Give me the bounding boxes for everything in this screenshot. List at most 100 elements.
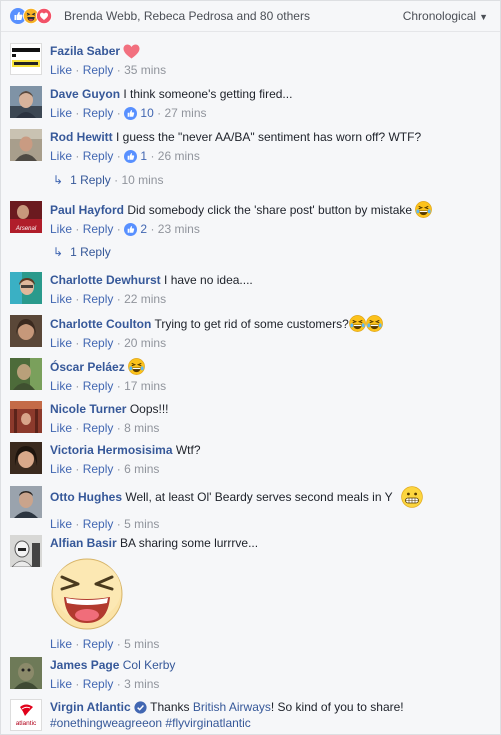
reply-link[interactable]: Reply: [83, 292, 114, 306]
reaction-icons[interactable]: [10, 8, 64, 24]
hashtag-links[interactable]: #onethingweagreeon #flyvirginatlantic: [50, 716, 251, 730]
timestamp[interactable]: 6 mins: [124, 462, 159, 476]
reply-link[interactable]: Reply: [83, 517, 114, 531]
like-link[interactable]: Like: [50, 222, 72, 236]
comment-author[interactable]: Paul Hayford: [50, 203, 124, 217]
avatar[interactable]: [10, 315, 42, 347]
like-link[interactable]: Like: [50, 677, 72, 691]
timestamp[interactable]: 22 mins: [124, 292, 166, 306]
reactions-bar: Brenda Webb, Rebeca Pedrosa and 80 other…: [1, 1, 500, 32]
verified-badge-icon: [134, 701, 147, 714]
timestamp[interactable]: 5 mins: [124, 637, 159, 651]
like-link[interactable]: Like: [50, 379, 72, 393]
like-link[interactable]: Like: [50, 63, 72, 77]
avatar[interactable]: [10, 272, 42, 304]
reply-link[interactable]: Reply: [83, 63, 114, 77]
like-link[interactable]: Like: [50, 336, 72, 350]
like-link[interactable]: Like: [50, 421, 72, 435]
comment-text: Oops!!!: [129, 402, 169, 416]
laughing-emoji-icon: [348, 315, 366, 332]
replies-count: 1 Reply: [70, 245, 111, 259]
reply-link[interactable]: Reply: [83, 336, 114, 350]
comment-author[interactable]: Fazila Saber: [50, 44, 120, 58]
sort-dropdown[interactable]: Chronological ▼: [403, 9, 488, 23]
comment-text: I have no idea....: [164, 273, 253, 287]
like-link[interactable]: Like: [50, 462, 72, 476]
timestamp[interactable]: 35 mins: [124, 63, 166, 77]
reply-link[interactable]: Reply: [83, 462, 114, 476]
like-link[interactable]: Like: [50, 149, 72, 163]
comment-text: I think someone's getting fired...: [123, 87, 293, 101]
reply-link[interactable]: Reply: [83, 379, 114, 393]
avatar[interactable]: [10, 486, 42, 518]
like-link[interactable]: Like: [50, 517, 72, 531]
comment-author[interactable]: Charlotte Coulton: [50, 317, 151, 331]
avatar[interactable]: [10, 442, 42, 474]
likers-summary[interactable]: Brenda Webb, Rebeca Pedrosa and 80 other…: [64, 9, 310, 23]
timestamp[interactable]: 27 mins: [164, 106, 206, 120]
laughing-emoji-icon: [128, 358, 145, 375]
comments-panel: Brenda Webb, Rebeca Pedrosa and 80 other…: [0, 0, 501, 735]
comment-author[interactable]: Victoria Hermosisima: [50, 443, 173, 457]
comment-text: BA sharing some lurrrve...: [120, 536, 259, 550]
like-icon: [124, 223, 138, 236]
like-link[interactable]: Like: [50, 106, 72, 120]
avatar[interactable]: [10, 657, 42, 689]
comment-author[interactable]: Dave Guyon: [50, 87, 120, 101]
comment-author[interactable]: Charlotte Dewhurst: [50, 273, 161, 287]
timestamp[interactable]: 20 mins: [124, 336, 166, 350]
avatar[interactable]: [10, 358, 42, 390]
timestamp[interactable]: 3 mins: [124, 677, 159, 691]
avatar[interactable]: Arsenal: [10, 201, 42, 233]
comment-text: Trying to get rid of some customers?: [154, 317, 349, 331]
comment-author[interactable]: Óscar Peláez: [50, 360, 125, 374]
timestamp: 10 mins: [121, 173, 164, 187]
comment-author[interactable]: Alfian Basir: [50, 536, 117, 550]
heart-icon: [123, 44, 140, 59]
view-replies-link[interactable]: ↳ 1 Reply: [53, 245, 111, 259]
reply-link[interactable]: Reply: [83, 637, 114, 651]
replies-count: 1 Reply: [70, 173, 111, 187]
reply-arrow-icon: ↳: [53, 173, 64, 187]
like-count[interactable]: 10: [140, 106, 153, 120]
avatar[interactable]: [10, 43, 42, 75]
comment-text: Thanks: [150, 700, 193, 714]
avatar[interactable]: [10, 535, 42, 567]
reply-arrow-icon: ↳: [53, 245, 64, 259]
like-link[interactable]: Like: [50, 637, 72, 651]
comment-author[interactable]: James Page: [50, 658, 119, 672]
reply-link[interactable]: Reply: [83, 222, 114, 236]
virgin-atlantic-logo[interactable]: atlantic: [10, 699, 42, 731]
like-link[interactable]: Like: [50, 292, 72, 306]
avatar[interactable]: [10, 129, 42, 161]
comment-author[interactable]: Nicole Turner: [50, 402, 126, 416]
timestamp[interactable]: 23 mins: [158, 222, 200, 236]
timestamp[interactable]: 17 mins: [124, 379, 166, 393]
like-count[interactable]: 2: [140, 222, 147, 236]
comment-text-end: ! So kind of you to share!: [270, 700, 404, 714]
reply-link[interactable]: Reply: [83, 421, 114, 435]
like-count[interactable]: 1: [140, 149, 147, 163]
avatar[interactable]: [10, 401, 42, 433]
mention-link[interactable]: British Airways: [193, 700, 271, 714]
avatar[interactable]: [10, 86, 42, 118]
comment-author[interactable]: Rod Hewitt: [50, 130, 113, 144]
comment-text[interactable]: Col Kerby: [123, 658, 176, 672]
reply-link[interactable]: Reply: [83, 149, 114, 163]
chevron-down-icon: ▼: [479, 12, 488, 22]
laughing-sticker: [51, 558, 123, 630]
comment-author[interactable]: Otto Hughes: [50, 490, 122, 504]
comment-text: Wtf?: [175, 443, 201, 457]
comment-text: I guess the "never AA/BA" sentiment has …: [116, 130, 422, 144]
grimacing-emoji-icon: [401, 486, 423, 508]
timestamp[interactable]: 26 mins: [158, 149, 200, 163]
timestamp[interactable]: 5 mins: [124, 517, 159, 531]
comment-text: Well, at least Ol' Beardy serves second …: [125, 490, 393, 504]
view-replies-link[interactable]: ↳ 1 Reply · 10 mins: [53, 173, 163, 187]
reply-link[interactable]: Reply: [83, 677, 114, 691]
timestamp[interactable]: 8 mins: [124, 421, 159, 435]
comment-author[interactable]: Virgin Atlantic: [50, 700, 131, 714]
reply-link[interactable]: Reply: [83, 106, 114, 120]
like-icon: [124, 150, 138, 163]
laughing-emoji-icon: [415, 201, 433, 218]
